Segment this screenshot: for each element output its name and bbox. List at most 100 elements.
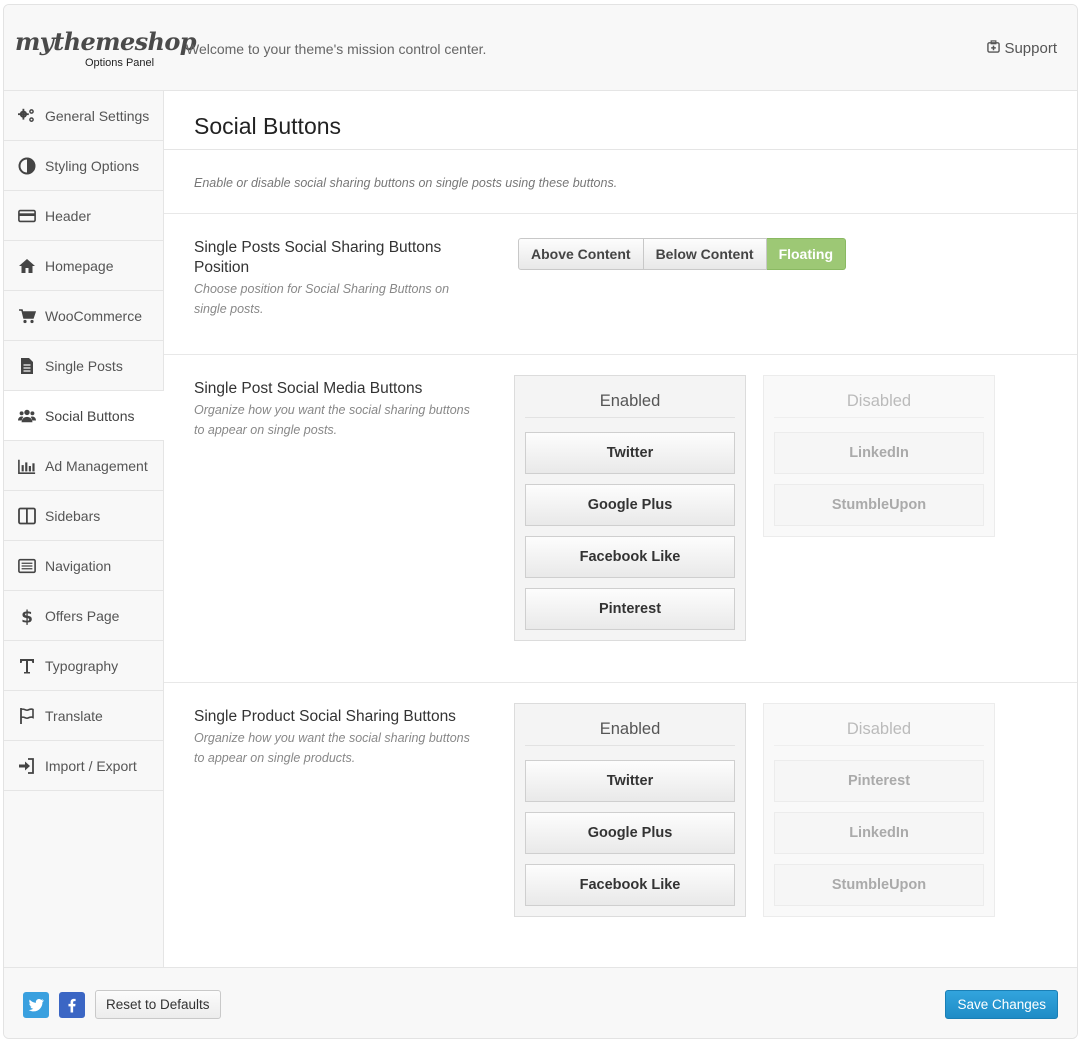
list-icon (17, 557, 37, 575)
sign-in-icon (17, 757, 37, 775)
panel-header: mythemeshop Options Panel Welcome to you… (4, 5, 1077, 91)
logo-text: mythemeshop (15, 27, 197, 56)
sortable-item-pinterest[interactable]: Pinterest (774, 760, 984, 802)
sidebar-item-styling-options[interactable]: Styling Options (4, 141, 163, 191)
facebook-icon (63, 996, 81, 1014)
option-label-product-buttons: Single Product Social Sharing Buttons (194, 708, 456, 725)
post-disabled-box: Disabled LinkedIn StumbleUpon (763, 375, 995, 537)
sidebar-item-label: WooCommerce (45, 307, 142, 324)
section-intro: Enable or disable social sharing buttons… (194, 176, 618, 190)
sidebar-item-label: Social Buttons (45, 407, 135, 424)
disabled-list: Pinterest LinkedIn StumbleUpon (764, 746, 994, 906)
sidebar-item-social-buttons[interactable]: Social Buttons (4, 391, 164, 441)
product-disabled-box: Disabled Pinterest LinkedIn StumbleUpon (763, 703, 995, 917)
sidebar-item-label: General Settings (45, 107, 150, 124)
gears-icon (17, 107, 37, 125)
position-below-content-button[interactable]: Below Content (643, 238, 767, 270)
sortable-item-twitter[interactable]: Twitter (525, 432, 735, 474)
sidebar: General Settings Styling Options Header … (4, 91, 164, 967)
sidebar-item-label: Header (45, 207, 91, 224)
main-content: Social Buttons Enable or disable social … (164, 91, 1077, 967)
options-panel: mythemeshop Options Panel Welcome to you… (3, 4, 1078, 1039)
divider (164, 682, 1077, 683)
credit-card-icon (17, 207, 37, 225)
sidebar-item-label: Sidebars (45, 507, 101, 524)
svg-text:$: $ (21, 607, 33, 625)
reset-defaults-button[interactable]: Reset to Defaults (95, 990, 221, 1019)
post-enabled-box: Enabled Twitter Google Plus Facebook Lik… (514, 375, 746, 641)
sortable-item-pinterest[interactable]: Pinterest (525, 588, 735, 630)
cart-icon (17, 307, 37, 325)
logo-subtitle: Options Panel (85, 57, 155, 69)
twitter-icon (27, 996, 45, 1014)
sidebar-item-homepage[interactable]: Homepage (4, 241, 163, 291)
sidebar-item-label: Translate (45, 707, 103, 724)
disabled-list: LinkedIn StumbleUpon (764, 418, 994, 526)
option-label-position: Single Posts Social Sharing Buttons Posi… (194, 239, 442, 276)
sidebar-item-typography[interactable]: Typography (4, 641, 163, 691)
sortable-item-stumbleupon[interactable]: StumbleUpon (774, 484, 984, 526)
dollar-icon: $ (17, 607, 37, 625)
disabled-title: Disabled (774, 376, 984, 418)
sidebar-item-label: Styling Options (45, 157, 140, 174)
position-above-content-button[interactable]: Above Content (518, 238, 644, 270)
sortable-item-stumbleupon[interactable]: StumbleUpon (774, 864, 984, 906)
contrast-icon (17, 157, 37, 175)
sidebar-item-offers-page[interactable]: $ Offers Page (4, 591, 163, 641)
position-floating-button[interactable]: Floating (766, 238, 846, 270)
support-link[interactable]: Support (987, 40, 1057, 57)
enabled-list: Twitter Google Plus Facebook Like (515, 746, 745, 906)
welcome-text: Welcome to your theme's mission control … (186, 41, 487, 57)
sidebar-item-ad-management[interactable]: Ad Management (4, 441, 163, 491)
sidebar-item-single-posts[interactable]: Single Posts (4, 341, 163, 391)
sidebar-item-label: Typography (45, 657, 119, 674)
save-changes-button[interactable]: Save Changes (945, 990, 1058, 1019)
sidebar-item-label: Navigation (45, 557, 112, 574)
text-icon (17, 657, 37, 675)
sortable-item-linkedin[interactable]: LinkedIn (774, 812, 984, 854)
sidebar-item-label: Offers Page (45, 607, 120, 624)
panel-footer: Reset to Defaults Save Changes (4, 967, 1077, 1038)
enabled-title: Enabled (525, 376, 735, 418)
sidebar-item-label: Single Posts (45, 357, 123, 374)
sidebar-item-label: Ad Management (45, 457, 148, 474)
enabled-title: Enabled (525, 704, 735, 746)
enabled-list: Twitter Google Plus Facebook Like Pinter… (515, 418, 745, 630)
support-label: Support (1004, 40, 1057, 57)
sidebar-item-general-settings[interactable]: General Settings (4, 91, 163, 141)
option-label-post-buttons: Single Post Social Media Buttons (194, 380, 423, 397)
sidebar-item-header[interactable]: Header (4, 191, 163, 241)
sidebar-item-woocommerce[interactable]: WooCommerce (4, 291, 163, 341)
divider (164, 149, 1077, 150)
columns-icon (17, 507, 37, 525)
sidebar-item-sidebars[interactable]: Sidebars (4, 491, 163, 541)
option-description-position: Choose position for Social Sharing Butto… (194, 282, 450, 316)
sidebar-item-label: Homepage (45, 257, 114, 274)
sidebar-item-import-export[interactable]: Import / Export (4, 741, 163, 791)
sidebar-item-label: Import / Export (45, 757, 137, 774)
option-description-post-buttons: Organize how you want the social sharing… (194, 403, 470, 437)
sortable-item-google-plus[interactable]: Google Plus (525, 484, 735, 526)
product-enabled-box: Enabled Twitter Google Plus Facebook Lik… (514, 703, 746, 917)
sidebar-item-translate[interactable]: Translate (4, 691, 163, 741)
sortable-item-google-plus[interactable]: Google Plus (525, 812, 735, 854)
logo: mythemeshop Options Panel (15, 27, 197, 70)
medkit-icon (987, 40, 1001, 57)
document-icon (17, 357, 37, 375)
option-description-product-buttons: Organize how you want the social sharing… (194, 731, 470, 765)
twitter-button[interactable] (23, 992, 49, 1018)
facebook-button[interactable] (59, 992, 85, 1018)
users-icon (17, 407, 37, 425)
home-icon (17, 257, 37, 275)
divider (164, 354, 1077, 355)
sortable-item-twitter[interactable]: Twitter (525, 760, 735, 802)
divider (164, 213, 1077, 214)
sortable-item-facebook-like[interactable]: Facebook Like (525, 536, 735, 578)
position-button-group: Above Content Below Content Floating (518, 238, 846, 270)
disabled-title: Disabled (774, 704, 984, 746)
sortable-item-linkedin[interactable]: LinkedIn (774, 432, 984, 474)
sidebar-item-navigation[interactable]: Navigation (4, 541, 163, 591)
bar-chart-icon (17, 457, 37, 475)
flag-icon (17, 707, 37, 725)
sortable-item-facebook-like[interactable]: Facebook Like (525, 864, 735, 906)
